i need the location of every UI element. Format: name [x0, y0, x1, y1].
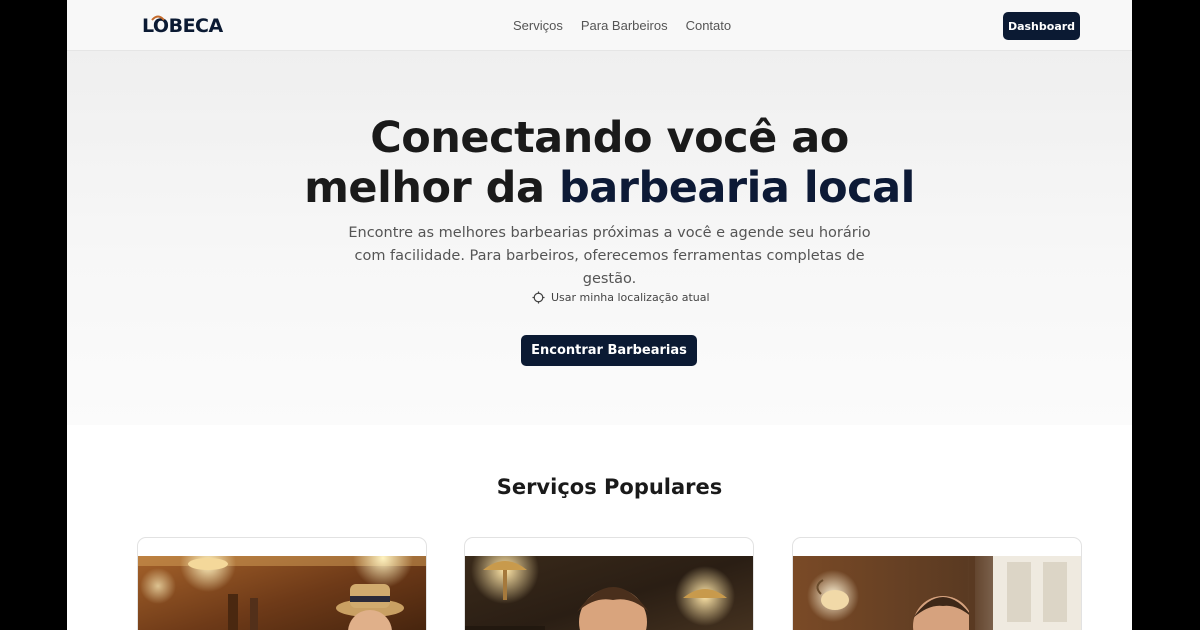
- page: LOBECA Serviços Para Barbeiros Contato D…: [67, 0, 1132, 630]
- logo-mark-icon: [151, 15, 165, 21]
- navbar: LOBECA Serviços Para Barbeiros Contato D…: [67, 0, 1132, 51]
- hero-title-accent: barbearia local: [558, 163, 915, 213]
- hero-title-line2-prefix: melhor da: [304, 163, 545, 213]
- crosshair-icon: [532, 291, 545, 304]
- dashboard-button[interactable]: Dashboard: [1003, 12, 1080, 40]
- main-nav: Serviços Para Barbeiros Contato: [513, 17, 731, 34]
- find-barbershops-button[interactable]: Encontrar Barbearias: [521, 335, 697, 366]
- hero-title: Conectando você ao melhor da barbearia l…: [67, 113, 1132, 213]
- service-card-image: [793, 556, 1081, 630]
- hero-section: Conectando você ao melhor da barbearia l…: [67, 51, 1132, 425]
- hero-title-line1: Conectando você ao: [370, 113, 849, 163]
- logo[interactable]: LOBECA: [142, 15, 223, 37]
- nav-link-contato[interactable]: Contato: [686, 17, 732, 34]
- service-card-image: [465, 556, 753, 630]
- hero-subtitle: Encontre as melhores barbearias próximas…: [348, 225, 871, 287]
- service-card-1[interactable]: [137, 537, 427, 630]
- nav-link-para-barbeiros[interactable]: Para Barbeiros: [581, 17, 668, 34]
- service-card-3[interactable]: [792, 537, 1082, 630]
- use-location-button[interactable]: Usar minha localização atual: [532, 291, 710, 304]
- service-card-image: [138, 556, 426, 630]
- use-location-label: Usar minha localização atual: [551, 291, 710, 304]
- services-title: Serviços Populares: [496, 475, 723, 499]
- service-card-2[interactable]: [464, 537, 754, 630]
- nav-link-servicos[interactable]: Serviços: [513, 17, 563, 34]
